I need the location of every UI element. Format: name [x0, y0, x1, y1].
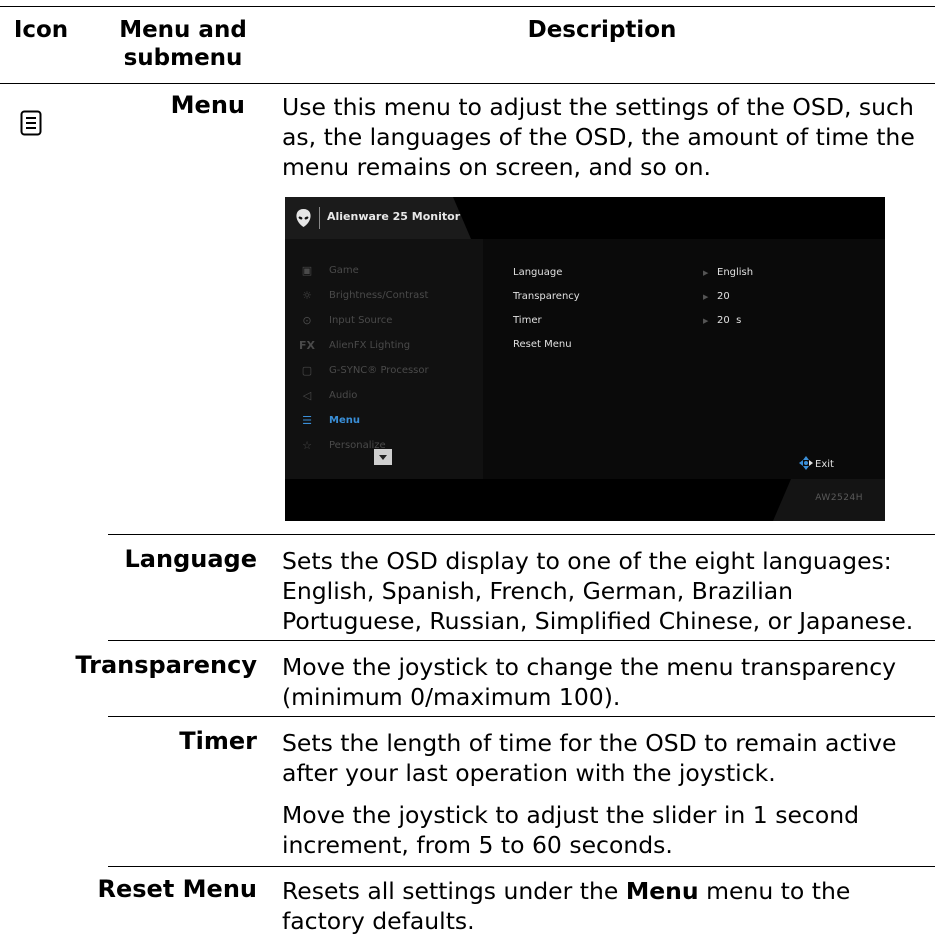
osd-menu-item-audio[interactable]: ◁ Audio	[299, 388, 479, 406]
sun-icon: ☼	[302, 289, 312, 302]
joystick-icon	[799, 456, 813, 470]
osd-menu-item-menu[interactable]: ☰ Menu	[299, 413, 479, 431]
table-top-rule	[0, 6, 935, 7]
osd-scroll-down-button[interactable]	[374, 449, 392, 465]
menu-list-icon: ☰	[302, 414, 312, 427]
header-menu-submenu: Menu and submenu	[119, 17, 247, 71]
osd-exit-label[interactable]: Exit	[815, 459, 834, 470]
osd-menu-item-gsync[interactable]: ▢ G-SYNC® Processor	[299, 363, 479, 381]
menu-title: Menu	[170, 91, 245, 119]
osd-menu-item-alienfx[interactable]: FX AlienFX Lighting	[299, 338, 479, 356]
osd-option-transparency[interactable]: Transparency	[513, 291, 580, 302]
osd-option-language-value: English	[717, 267, 754, 278]
submenu-timer: Timer	[179, 727, 257, 755]
submenu-language: Language	[124, 545, 258, 573]
row-rule	[108, 534, 935, 535]
language-description: Sets the OSD display to one of the eight…	[282, 547, 914, 635]
chip-icon: ▢	[301, 364, 313, 377]
osd-option-arrow-icon: ▶	[703, 317, 709, 325]
osd-option-timer[interactable]: Timer	[513, 315, 542, 326]
input-icon: ⊙	[302, 314, 312, 327]
osd-menu-item-game[interactable]: ▣ Game	[299, 263, 479, 281]
osd-screenshot: Alienware 25 Monitor ▣ Game ☼ Brightness…	[285, 197, 885, 521]
osd-option-arrow-icon: ▶	[703, 293, 709, 301]
osd-option-transparency-value: 20	[717, 291, 730, 302]
submenu-reset-menu: Reset Menu	[97, 875, 257, 903]
osd-option-reset-menu[interactable]: Reset Menu	[513, 339, 572, 350]
osd-option-arrow-icon: ▶	[703, 269, 709, 277]
alien-head-icon	[296, 209, 311, 227]
osd-model-label: AW2524H	[815, 493, 863, 503]
osd-brand: Alienware 25 Monitor	[327, 210, 461, 223]
transparency-description: Move the joystick to change the menu tra…	[282, 653, 897, 711]
osd-option-language[interactable]: Language	[513, 267, 562, 278]
header-description: Description	[527, 17, 677, 43]
submenu-transparency: Transparency	[75, 651, 257, 679]
row-rule	[108, 866, 935, 867]
row-rule	[108, 716, 935, 717]
row-rule	[108, 640, 935, 641]
osd-title-separator	[319, 207, 320, 229]
menu-list-icon	[20, 110, 42, 136]
gamepad-icon: ▣	[301, 264, 313, 277]
osd-menu-item-input-source[interactable]: ⊙ Input Source	[299, 313, 479, 331]
star-icon: ☆	[302, 439, 312, 452]
header-bottom-rule	[0, 83, 935, 84]
header-icon: Icon	[13, 17, 69, 43]
osd-option-timer-value: 20 s	[717, 315, 742, 326]
reset-menu-description: Resets all settings under the Menu menu …	[282, 877, 851, 935]
speaker-icon: ◁	[302, 389, 312, 402]
timer-description: Sets the length of time for the OSD to r…	[282, 729, 897, 859]
fx-icon: FX	[299, 339, 315, 352]
menu-description: Use this menu to adjust the settings of …	[282, 93, 915, 181]
osd-menu-item-brightness[interactable]: ☼ Brightness/Contrast	[299, 288, 479, 306]
